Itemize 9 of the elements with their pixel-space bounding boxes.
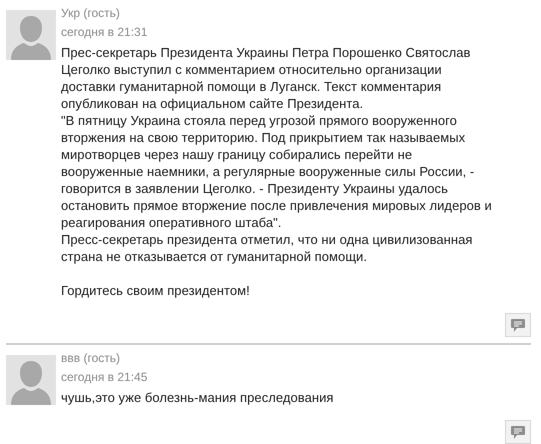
comment-paragraph: "В пятницу Украина стояла перед угрозой прямого вооруженного вторжения на свою территорию. Под прикрытием так называемых миротворцев через нашу границу собирались перейти не вооруженные наемники, а регулярные вооруженные силы России, - говорится в заявлении Цеголко. - Президенту Украины удалось остановить прямое вторжение после привлечения мировых лидеров и реагирования оперативного штаба". (61, 112, 493, 231)
comment-paragraph: Гордитесь своим президентом! (61, 282, 251, 299)
comment-paragraph: чушь,это уже болезнь-мания преследования (61, 389, 335, 406)
comment-time: сегодня в 21:31 (61, 24, 148, 41)
author-name: Укр (гость) (61, 5, 121, 22)
author-name: ввв (гость) (61, 350, 121, 367)
comment-time: сегодня в 21:45 (61, 369, 148, 386)
comment-paragraph: Пресс-секретарь президента отметил, что ни одна цивилизованная страна не отказывается от гуманитарной помощи. (61, 231, 474, 265)
comment-paragraph: Прес-секретарь Президента Украины Петра Порошенко Святослав Цеголко выступил с комментарием относительно организации доставки гуманитарной помощи в Луганск. Текст комментария опубликован на официальном сайте Президента. (61, 44, 472, 112)
